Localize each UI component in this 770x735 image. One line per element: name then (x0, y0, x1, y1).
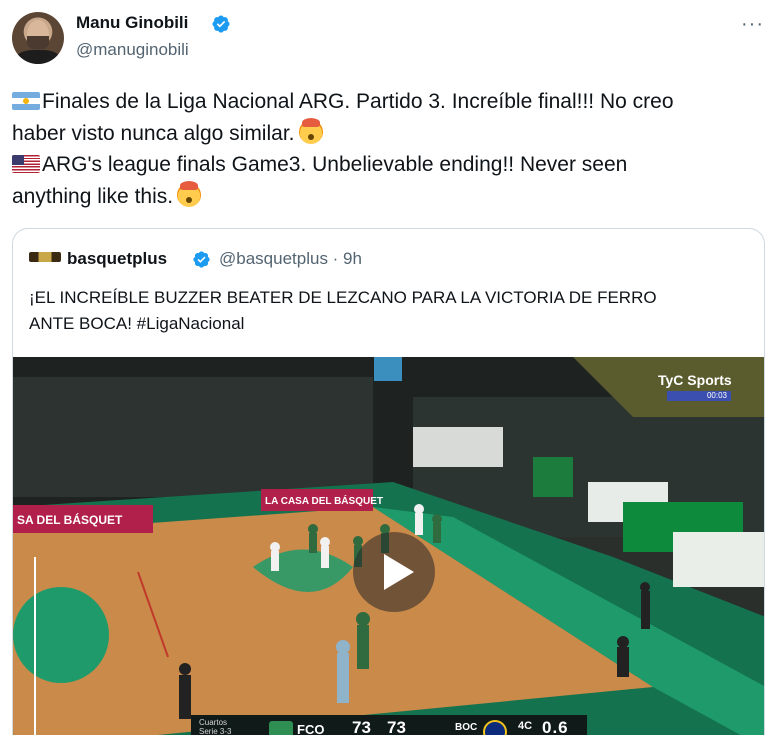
tweet-line-2: haber visto nunca algo similar. (12, 121, 295, 145)
more-options-icon[interactable]: ··· (741, 14, 764, 34)
boca-crest-icon (483, 720, 507, 735)
round-sub-label: Serie 3-3 (199, 727, 232, 735)
quoted-text-line-2: ANTE BOCA! #LigaNacional (29, 314, 245, 333)
usa-flag-icon (12, 155, 40, 173)
avatar[interactable] (12, 12, 64, 64)
quoted-author-name[interactable]: basquetplus (67, 249, 167, 269)
broadcast-clock: 00:03 (667, 391, 731, 401)
ferro-crest-icon (269, 721, 293, 735)
quoted-handle-time[interactable]: @basquetplus · 9h (219, 249, 362, 269)
verified-badge-icon (193, 251, 210, 268)
home-team: FCO (297, 722, 325, 735)
quoted-text: ¡EL INCREÍBLE BUZZER BEATER DE LEZCANO P… (29, 285, 759, 337)
away-score: 73 (387, 718, 406, 735)
tweet: Manu Ginobili @manuginobili ··· Finales … (0, 0, 770, 735)
quoted-text-line-1: ¡EL INCREÍBLE BUZZER BEATER DE LEZCANO P… (29, 288, 657, 307)
video-player[interactable]: SA DEL BÁSQUET LA CASA DEL BÁSQUET TyC S… (13, 357, 764, 735)
play-button-icon[interactable] (353, 532, 435, 612)
author-handle[interactable]: @manuginobili (76, 40, 189, 60)
verified-badge-icon (212, 15, 230, 33)
scoreboard: Cuartos Serie 3-3 FCO 73 73 BOC 4C 0.6 (191, 715, 587, 735)
scoreboard-round: Cuartos Serie 3-3 (199, 718, 231, 735)
away-team: BOC (455, 722, 478, 733)
argentina-flag-icon (12, 92, 40, 110)
tweet-line-1: Finales de la Liga Nacional ARG. Partido… (42, 90, 674, 113)
quarter: 4C (518, 720, 533, 732)
basquetplus-logo (29, 252, 61, 262)
tweet-text: Finales de la Liga Nacional ARG. Partido… (12, 86, 757, 212)
banner-left-text: SA DEL BÁSQUET (17, 512, 123, 527)
exploding-head-icon (298, 117, 323, 144)
broadcaster-logo: TyC Sports (658, 372, 732, 388)
quoted-tweet[interactable]: basquetplus @basquetplus · 9h ¡EL INCREÍ… (12, 228, 765, 735)
tweet-line-3: ARG's league finals Game3. Unbelievable … (42, 153, 628, 176)
exploding-head-icon (177, 180, 202, 207)
banner-mid-text: LA CASA DEL BÁSQUET (265, 494, 383, 507)
tweet-line-4: anything like this. (12, 184, 174, 208)
home-score: 73 (352, 718, 371, 735)
author-name[interactable]: Manu Ginobili (76, 13, 188, 33)
game-clock: 0.6 (542, 718, 569, 735)
round-label: Cuartos (199, 718, 228, 727)
